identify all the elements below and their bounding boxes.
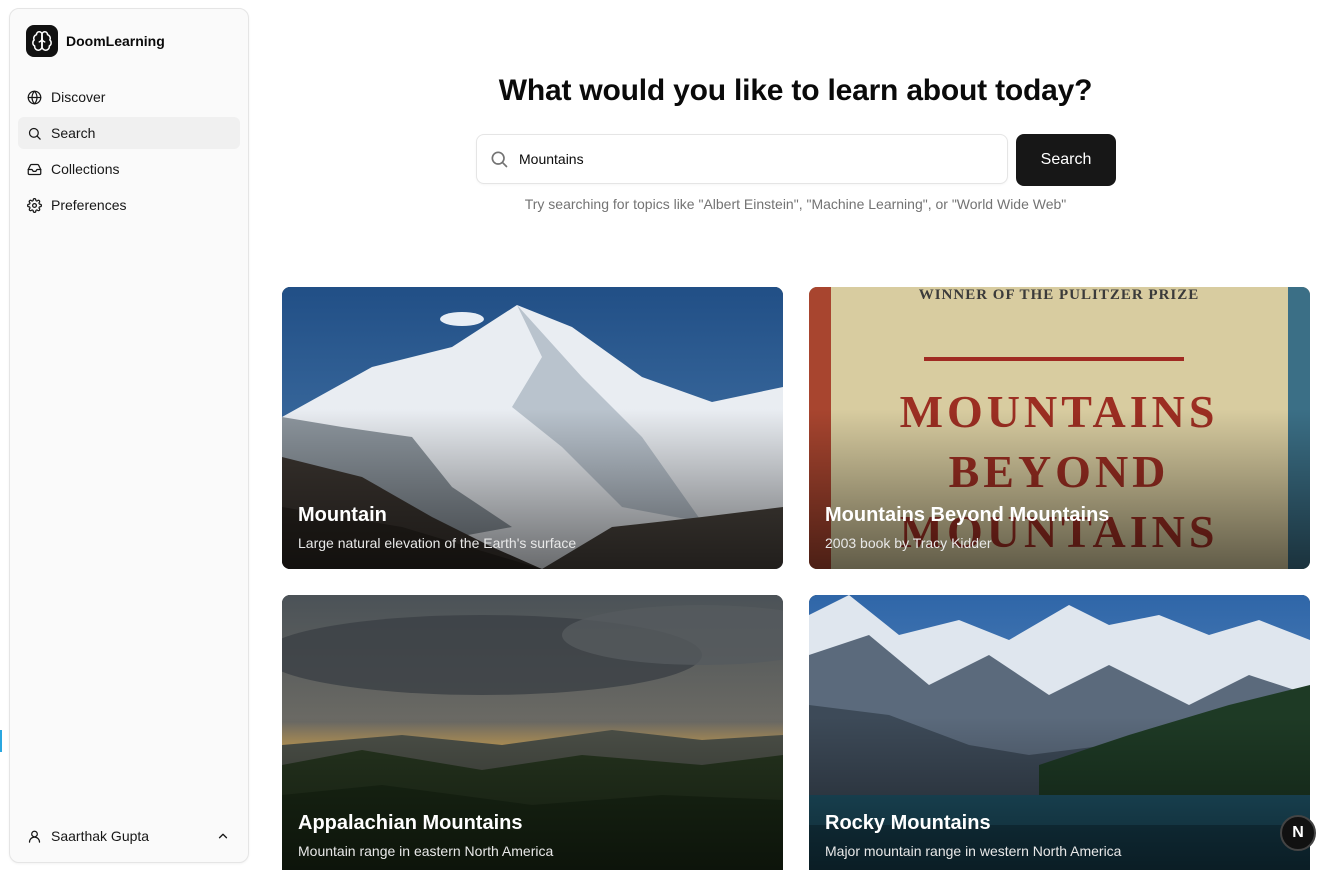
sidebar-item-label: Collections [51, 161, 120, 177]
card-title: Appalachian Mountains [298, 812, 523, 834]
sidebar: DoomLearning Discover Search Collections [9, 8, 249, 863]
sidebar-item-label: Preferences [51, 197, 127, 213]
sidebar-item-collections[interactable]: Collections [18, 153, 240, 185]
result-card[interactable]: Mountain Large natural elevation of the … [282, 287, 783, 569]
user-menu[interactable]: Saarthak Gupta [18, 818, 240, 854]
sidebar-item-preferences[interactable]: Preferences [18, 189, 240, 221]
card-description: Mountain range in eastern North America [298, 843, 554, 859]
globe-icon [27, 90, 42, 104]
sidebar-item-label: Discover [51, 89, 106, 105]
search-icon [491, 151, 508, 168]
sidebar-item-label: Search [51, 125, 96, 141]
card-description: 2003 book by Tracy Kidder [825, 535, 992, 551]
result-card[interactable]: WINNER OF THE PULITZER PRIZE MOUNTAINS B… [809, 287, 1310, 569]
card-description: Large natural elevation of the Earth's s… [298, 535, 577, 551]
card-description: Major mountain range in western North Am… [825, 843, 1122, 859]
result-card[interactable]: Appalachian Mountains Mountain range in … [282, 595, 783, 870]
sidebar-item-discover[interactable]: Discover [18, 81, 240, 113]
user-name: Saarthak Gupta [51, 828, 150, 844]
search-input[interactable] [519, 151, 989, 167]
card-title: Mountain [298, 504, 387, 526]
search-field[interactable] [476, 134, 1008, 184]
search-button[interactable]: Search [1016, 134, 1116, 186]
window-edge-marker [0, 730, 2, 752]
chevron-up-icon [218, 833, 228, 839]
gear-icon [27, 197, 42, 213]
inbox-icon [27, 163, 42, 175]
card-title: Rocky Mountains [825, 812, 991, 834]
user-icon [28, 830, 41, 843]
result-card[interactable]: Rocky Mountains Major mountain range in … [809, 595, 1310, 870]
search-icon [28, 127, 41, 140]
dev-tools-badge[interactable]: N [1280, 815, 1316, 851]
app-name: DoomLearning [66, 33, 165, 49]
search-hint: Try searching for topics like "Albert Ei… [524, 196, 1067, 212]
app-page: DoomLearning Discover Search Collections [0, 0, 1331, 870]
brand[interactable]: DoomLearning [26, 25, 165, 57]
sidebar-item-search[interactable]: Search [18, 117, 240, 149]
card-title: Mountains Beyond Mountains [825, 504, 1110, 526]
page-title: What would you like to learn about today… [498, 74, 1093, 107]
brain-icon [26, 25, 58, 57]
sidebar-nav: Discover Search Collections Preferences [18, 81, 240, 225]
